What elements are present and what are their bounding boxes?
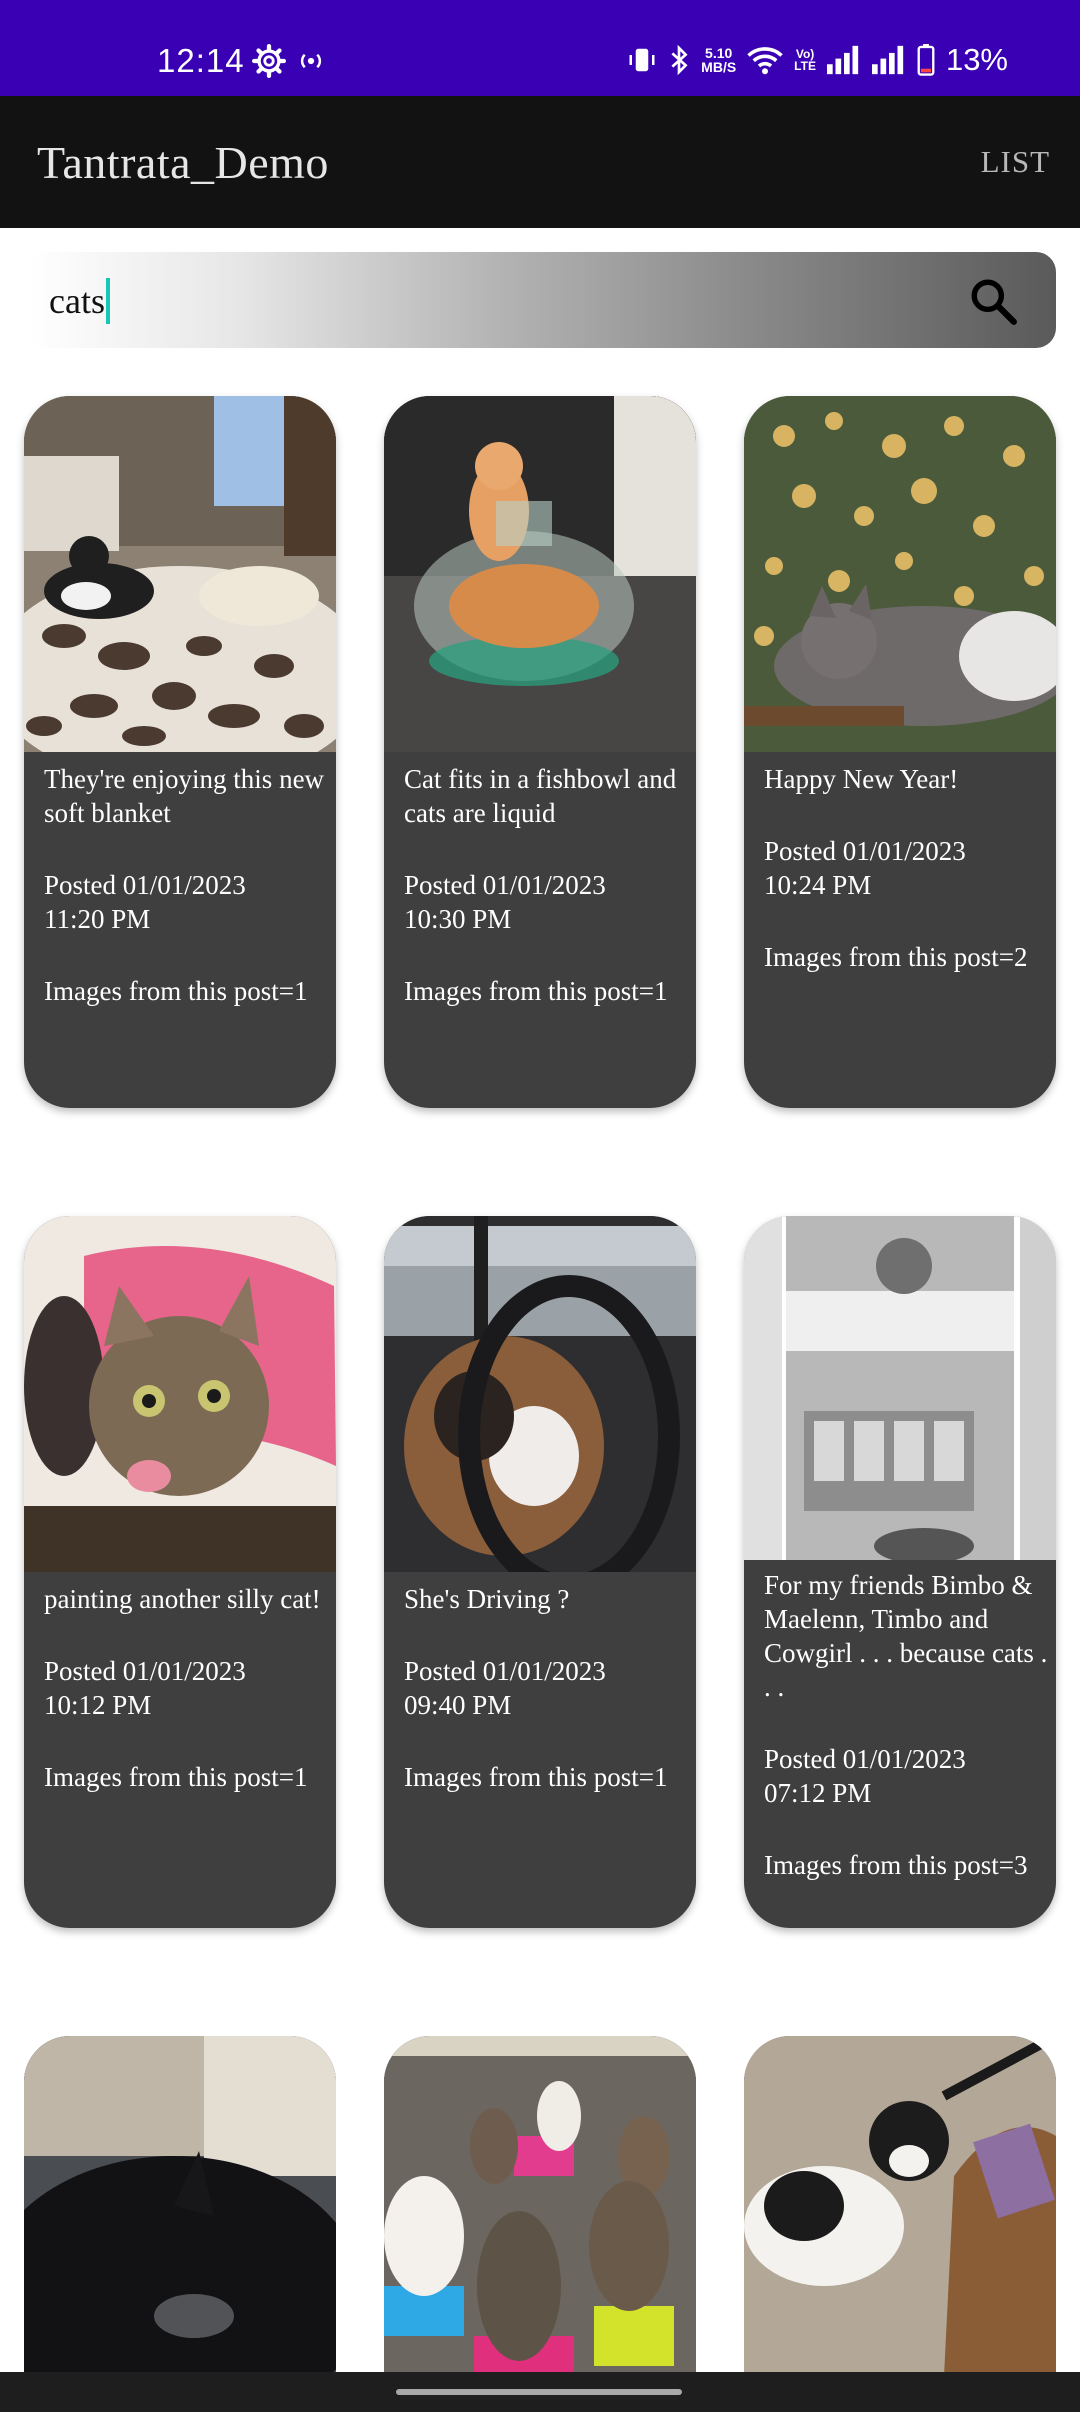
vibrate-icon	[629, 48, 655, 72]
post-posted: Posted 01/01/2023	[404, 870, 606, 900]
post-posted: Posted 01/01/2023	[764, 1744, 966, 1774]
cat-painting-photo	[24, 1216, 336, 1572]
cat-blanket-photo	[24, 396, 336, 752]
volte-line2: LTE	[794, 59, 816, 73]
settings-gear-icon	[252, 44, 286, 78]
post-title: They're enjoying this new soft blanket	[44, 764, 325, 828]
network-speed-unit: MB/S	[701, 59, 737, 75]
cat-with-bag-photo	[744, 2036, 1056, 2396]
bluetooth-icon	[671, 44, 688, 76]
search-bar[interactable]: cats	[29, 252, 1056, 348]
post-details: Happy New Year! Posted 01/01/2023 10:24 P…	[764, 762, 1052, 1012]
post-date: Posted 01/01/2023 10:12 PM	[44, 1654, 332, 1722]
post-posted: Posted 01/01/2023	[764, 836, 966, 866]
network-speed-value: 5.10	[705, 45, 733, 61]
post-card[interactable]: painting another silly cat! Posted 01/01…	[24, 1216, 336, 1928]
post-date: Posted 01/01/2023 11:20 PM	[44, 868, 332, 936]
volte-indicator: Vo) LTE	[794, 48, 816, 72]
post-card[interactable]: Happy New Year! Posted 01/01/2023 10:24 P…	[744, 396, 1056, 1108]
post-posted: Posted 01/01/2023	[44, 1656, 246, 1686]
app-title: Tantrata_Demo	[37, 137, 329, 188]
black-cat-sleeping-photo	[24, 2036, 336, 2396]
post-time: 11:20 PM	[44, 904, 151, 934]
gesture-handle[interactable]	[396, 2389, 682, 2395]
post-card[interactable]: They're enjoying this new soft blanket P…	[24, 396, 336, 1108]
search-input[interactable]: cats	[49, 278, 110, 324]
post-time: 10:30 PM	[404, 904, 512, 934]
post-time: 10:12 PM	[44, 1690, 152, 1720]
status-bar: 12:14 5.10 MB/S Vo) LTE 13%	[0, 0, 1080, 96]
cat-christmas-lights-photo	[744, 396, 1056, 752]
post-date: Posted 01/01/2023 09:40 PM	[404, 1654, 692, 1722]
status-icons: 5.10 MB/S Vo) LTE 13%	[627, 40, 1008, 80]
post-image-count: Images from this post=1	[404, 976, 668, 1006]
post-details: painting another silly cat! Posted 01/01…	[44, 1582, 332, 1832]
post-image-count: Images from this post=3	[764, 1850, 1028, 1880]
post-image-count: Images from this post=1	[44, 976, 308, 1006]
post-title: Happy New Year!	[764, 764, 959, 794]
post-date: Posted 01/01/2023 10:30 PM	[404, 868, 692, 936]
post-image-count: Images from this post=1	[404, 1762, 668, 1792]
cats-on-stools-photo	[384, 2036, 696, 2396]
battery-percentage: 13%	[945, 42, 1008, 77]
post-date: Posted 01/01/2023 10:24 PM	[764, 834, 1052, 902]
post-image-count: Images from this post=1	[44, 1762, 308, 1792]
hotspot-icon	[300, 53, 322, 69]
post-card[interactable]: For my friends Bimbo & Maelenn, Timbo an…	[744, 1216, 1056, 1928]
post-card[interactable]	[384, 2036, 696, 2396]
post-details: They're enjoying this new soft blanket P…	[44, 762, 332, 1046]
post-posted: Posted 01/01/2023	[404, 1656, 606, 1686]
post-card[interactable]: Cat fits in a fishbowl and cats are liqu…	[384, 396, 696, 1108]
search-input-value: cats	[49, 281, 105, 321]
network-speed: 5.10 MB/S	[701, 46, 736, 74]
text-cursor	[105, 278, 110, 324]
post-title: Cat fits in a fishbowl and cats are liqu…	[404, 764, 677, 828]
post-title: She's Driving ?	[404, 1584, 570, 1614]
navigation-bar	[0, 2372, 1080, 2412]
post-card[interactable]: She's Driving ? Posted 01/01/2023 09:40 P…	[384, 1216, 696, 1928]
search-icon[interactable]	[968, 276, 1018, 326]
post-date: Posted 01/01/2023 07:12 PM	[764, 1742, 1052, 1810]
wifi-icon	[747, 47, 783, 75]
post-posted: Posted 01/01/2023	[44, 870, 246, 900]
post-details: Cat fits in a fishbowl and cats are liqu…	[404, 762, 692, 1046]
post-time: 09:40 PM	[404, 1690, 512, 1720]
battery-icon	[917, 44, 935, 76]
status-time: 12:14	[157, 42, 245, 79]
post-image-count: Images from this post=2	[764, 942, 1028, 972]
post-details: She's Driving ? Posted 01/01/2023 09:40 P…	[404, 1582, 692, 1832]
cat-on-air-conditioner-photo	[744, 1216, 1056, 1560]
post-title: For my friends Bimbo & Maelenn, Timbo an…	[764, 1570, 1048, 1702]
post-card[interactable]	[24, 2036, 336, 2396]
cat-fishbowl-photo	[384, 396, 696, 752]
post-title: painting another silly cat!	[44, 1584, 321, 1614]
post-details: For my friends Bimbo & Maelenn, Timbo an…	[764, 1568, 1052, 1920]
post-card[interactable]	[744, 2036, 1056, 2396]
signal-icon-sim1	[826, 45, 859, 75]
signal-icon-sim2	[871, 45, 904, 75]
cat-steering-wheel-photo	[384, 1216, 696, 1572]
post-time: 10:24 PM	[764, 870, 872, 900]
post-time: 07:12 PM	[764, 1778, 872, 1808]
list-button[interactable]: LIST	[981, 144, 1050, 180]
app-bar: Tantrata_Demo LIST	[0, 96, 1080, 228]
